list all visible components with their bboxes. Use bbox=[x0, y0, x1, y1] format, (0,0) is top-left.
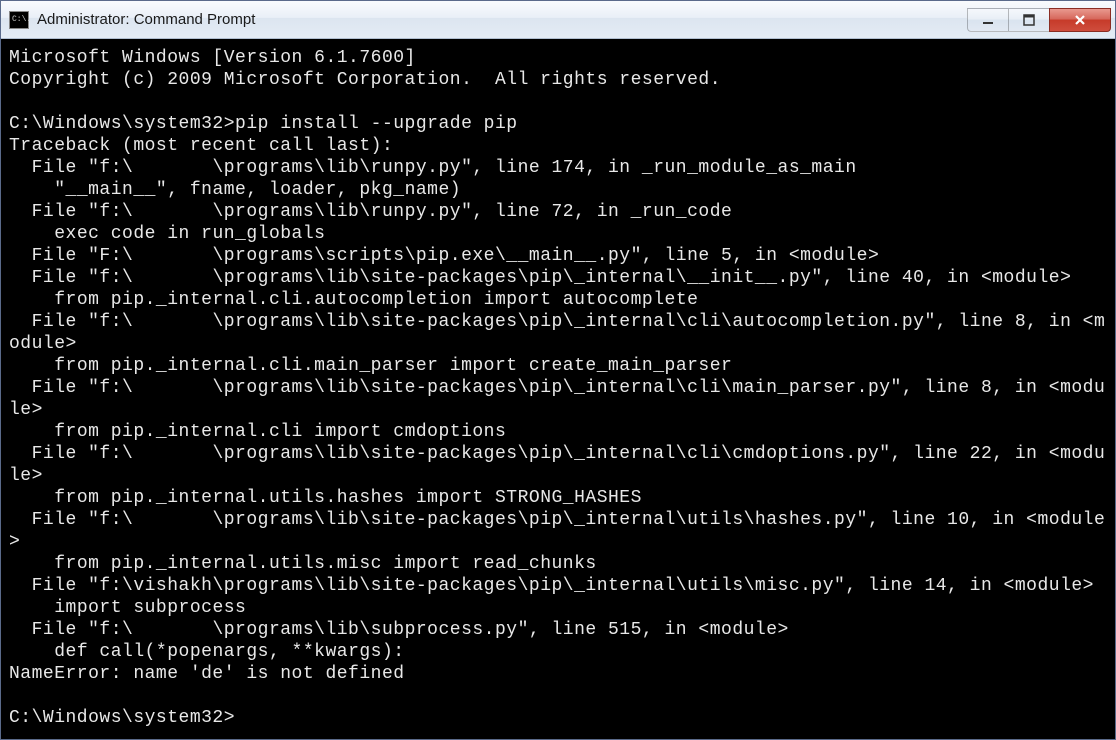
terminal-line: exec code in run_globals bbox=[9, 223, 1111, 245]
terminal-line: Traceback (most recent call last): bbox=[9, 135, 1111, 157]
terminal-line: "__main__", fname, loader, pkg_name) bbox=[9, 179, 1111, 201]
terminal-line bbox=[9, 91, 1111, 113]
terminal-output[interactable]: Microsoft Windows [Version 6.1.7600]Copy… bbox=[1, 39, 1115, 739]
window-title: Administrator: Command Prompt bbox=[37, 11, 968, 28]
terminal-line: File "f:\ \programs\lib\runpy.py", line … bbox=[9, 201, 1111, 223]
terminal-line: File "f:\ \programs\lib\subprocess.py", … bbox=[9, 619, 1111, 641]
cmd-icon: C:\. bbox=[9, 11, 29, 29]
minimize-button[interactable] bbox=[967, 8, 1009, 32]
terminal-line: File "f:\vishakh\programs\lib\site-packa… bbox=[9, 575, 1111, 597]
terminal-line: from pip._internal.utils.hashes import S… bbox=[9, 487, 1111, 509]
cmd-window: C:\. Administrator: Command Prompt Micro… bbox=[0, 0, 1116, 740]
terminal-line: Microsoft Windows [Version 6.1.7600] bbox=[9, 47, 1111, 69]
terminal-line: from pip._internal.cli.main_parser impor… bbox=[9, 355, 1111, 377]
terminal-line: NameError: name 'de' is not defined bbox=[9, 663, 1111, 685]
terminal-line: File "f:\ \programs\lib\site-packages\pi… bbox=[9, 311, 1111, 355]
terminal-line: C:\Windows\system32> bbox=[9, 707, 1111, 729]
window-titlebar[interactable]: C:\. Administrator: Command Prompt bbox=[1, 1, 1115, 39]
close-button[interactable] bbox=[1049, 8, 1111, 32]
terminal-line: File "f:\ \programs\lib\site-packages\pi… bbox=[9, 267, 1111, 289]
terminal-line: File "f:\ \programs\lib\site-packages\pi… bbox=[9, 509, 1111, 553]
terminal-line: from pip._internal.cli.autocompletion im… bbox=[9, 289, 1111, 311]
terminal-line: import subprocess bbox=[9, 597, 1111, 619]
terminal-line: from pip._internal.cli import cmdoptions bbox=[9, 421, 1111, 443]
terminal-line bbox=[9, 685, 1111, 707]
window-controls bbox=[968, 8, 1111, 32]
terminal-line: Copyright (c) 2009 Microsoft Corporation… bbox=[9, 69, 1111, 91]
terminal-line: def call(*popenargs, **kwargs): bbox=[9, 641, 1111, 663]
terminal-line: File "f:\ \programs\lib\site-packages\pi… bbox=[9, 443, 1111, 487]
terminal-line: from pip._internal.utils.misc import rea… bbox=[9, 553, 1111, 575]
terminal-line: C:\Windows\system32>pip install --upgrad… bbox=[9, 113, 1111, 135]
terminal-line: File "F:\ \programs\scripts\pip.exe\__ma… bbox=[9, 245, 1111, 267]
terminal-line: File "f:\ \programs\lib\runpy.py", line … bbox=[9, 157, 1111, 179]
terminal-line: File "f:\ \programs\lib\site-packages\pi… bbox=[9, 377, 1111, 421]
maximize-button[interactable] bbox=[1008, 8, 1050, 32]
